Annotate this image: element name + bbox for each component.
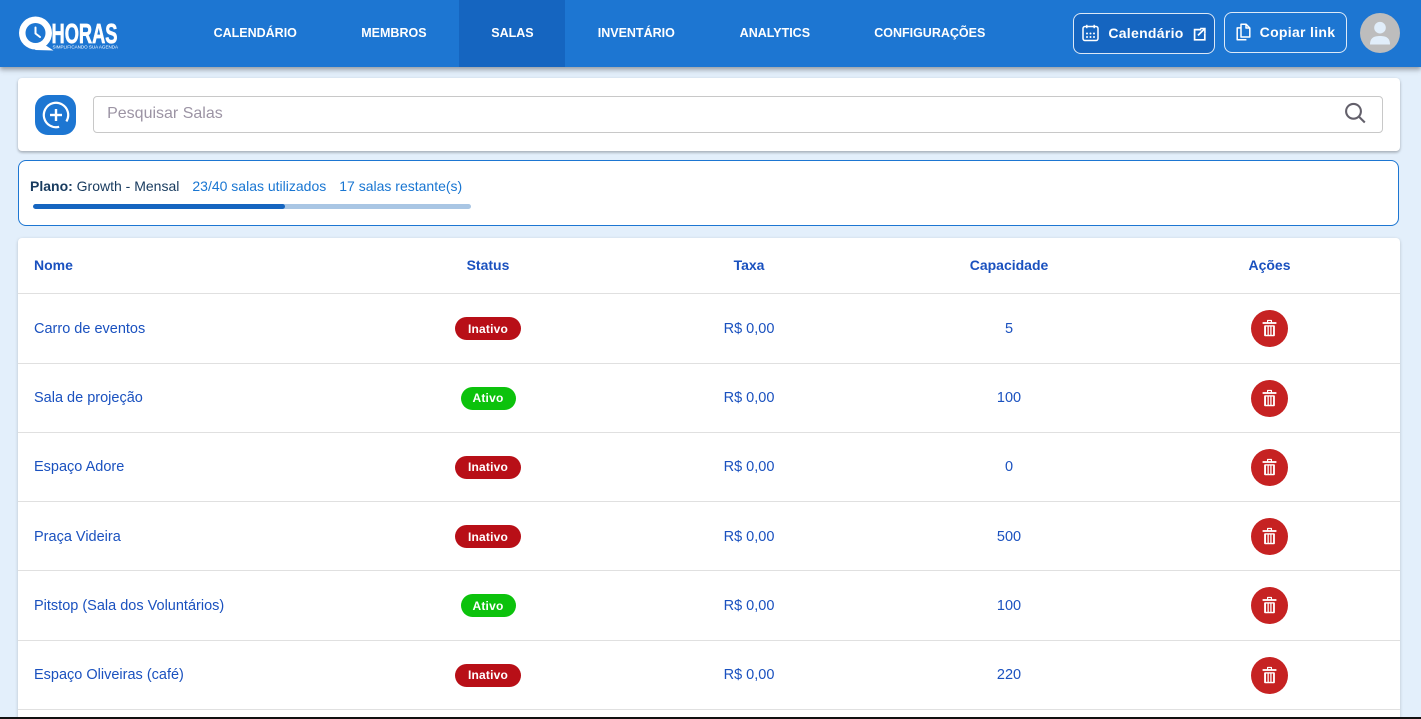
svg-text:SIMPLIFICANDO SUA AGENDA: SIMPLIFICANDO SUA AGENDA: [53, 45, 119, 51]
svg-text:HORAS: HORAS: [52, 18, 118, 49]
